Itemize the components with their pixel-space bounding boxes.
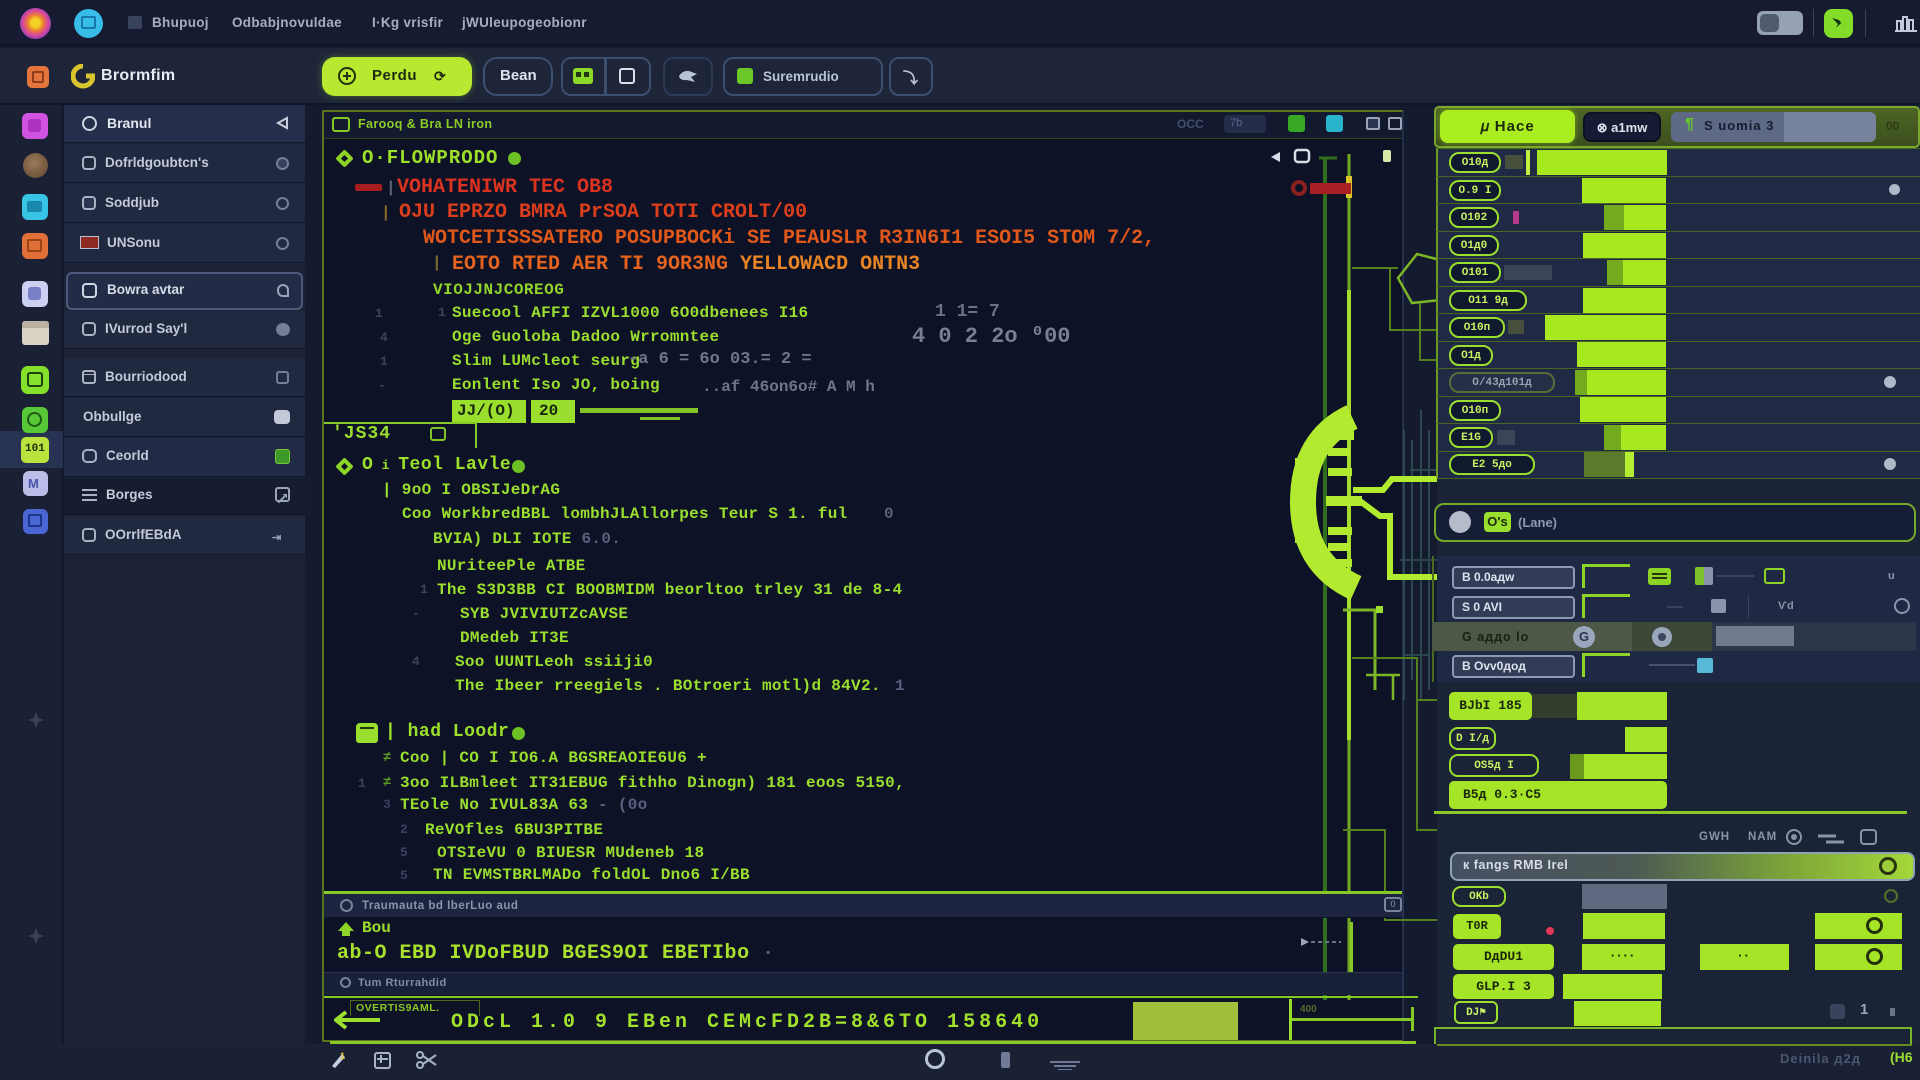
svg-text:1: 1: [340, 1051, 345, 1061]
